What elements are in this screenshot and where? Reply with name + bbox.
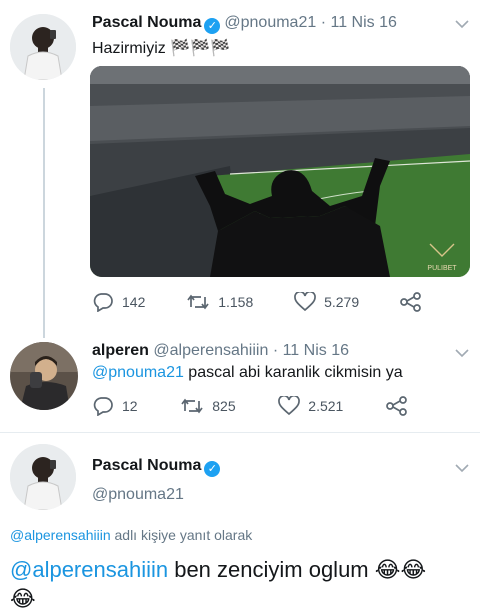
tweet-body-line2: 😂	[10, 586, 36, 611]
like-button[interactable]: 5.279	[294, 292, 359, 312]
share-button[interactable]	[400, 292, 422, 312]
mention-link[interactable]: @alperensahiiin	[10, 557, 168, 582]
retweet-button[interactable]: 1.158	[186, 293, 253, 311]
reply-context: @alperensahiiin adlı kişiye yanıt olarak	[10, 527, 252, 543]
retweet-icon	[187, 294, 209, 310]
user-name[interactable]: Pascal Nouma	[92, 457, 201, 474]
reply-icon	[93, 397, 113, 416]
divider	[0, 432, 480, 433]
chevron-down-icon[interactable]	[455, 460, 469, 474]
tweet-time[interactable]: · 11 Nis 16	[321, 14, 397, 31]
tweet-text: @pnouma21 pascal abi karanlik cikmisin y…	[92, 364, 403, 382]
tweet-body: pascal abi karanlik cikmisin ya	[183, 364, 403, 381]
retweet-icon	[181, 398, 203, 414]
user-handle[interactable]: @pnouma21	[224, 14, 316, 31]
reply-count: 142	[122, 294, 146, 310]
like-count: 5.279	[324, 294, 360, 310]
heart-icon	[294, 292, 316, 312]
verified-check-icon: ✓	[204, 461, 221, 477]
retweet-count: 825	[212, 398, 236, 414]
retweet-count: 1.158	[218, 294, 254, 310]
mention-link[interactable]: @pnouma21	[92, 364, 184, 381]
like-count: 2.521	[308, 398, 344, 414]
tweet-text: Hazirmiyiz 🏁🏁🏁	[92, 40, 230, 57]
tweet-media[interactable]: PULIBET	[90, 66, 470, 277]
media-watermark: PULIBET	[427, 265, 457, 272]
avatar[interactable]	[10, 14, 76, 80]
tweet-body: ben zenciyim oglum 😂😂	[168, 557, 427, 582]
avatar[interactable]	[10, 342, 78, 410]
tweet-header: Pascal Nouma ✓	[92, 457, 224, 477]
reply-to-suffix: adlı kişiye yanıt olarak	[110, 527, 253, 543]
reply-button[interactable]: 142	[92, 292, 145, 312]
user-handle[interactable]: @alperensahiiin	[153, 342, 268, 359]
reply-to-link[interactable]: @alperensahiiin	[10, 527, 111, 543]
tweet-time[interactable]: · 11 Nis 16	[273, 342, 349, 359]
reply-icon	[93, 293, 113, 312]
retweet-button[interactable]: 825	[180, 397, 236, 415]
thread-line	[43, 88, 45, 338]
like-button[interactable]: 2.521	[278, 396, 343, 416]
chevron-down-icon[interactable]	[455, 16, 469, 30]
verified-check-icon: ✓	[204, 18, 221, 34]
tweet-header: alperen @alperensahiiin · 11 Nis 16	[92, 342, 349, 360]
share-icon	[400, 292, 421, 312]
user-name[interactable]: alperen	[92, 342, 149, 359]
tweet-text: @alperensahiiin ben zenciyim oglum 😂😂	[10, 556, 426, 584]
reply-button[interactable]: 12	[92, 396, 138, 416]
chevron-down-icon[interactable]	[455, 345, 469, 359]
tweet-header: Pascal Nouma ✓ @pnouma21 · 11 Nis 16	[92, 14, 397, 34]
user-name[interactable]: Pascal Nouma	[92, 14, 201, 31]
tweet-actions: 12 825 2.521	[92, 396, 408, 416]
reply-count: 12	[122, 398, 138, 414]
avatar[interactable]	[10, 444, 76, 510]
share-icon	[386, 396, 407, 416]
stadium-photo: PULIBET	[90, 66, 470, 277]
heart-icon	[278, 396, 301, 416]
share-button[interactable]	[386, 396, 408, 416]
user-handle[interactable]: @pnouma21	[92, 486, 184, 504]
tweet-actions: 142 1.158 5.279	[92, 292, 422, 312]
